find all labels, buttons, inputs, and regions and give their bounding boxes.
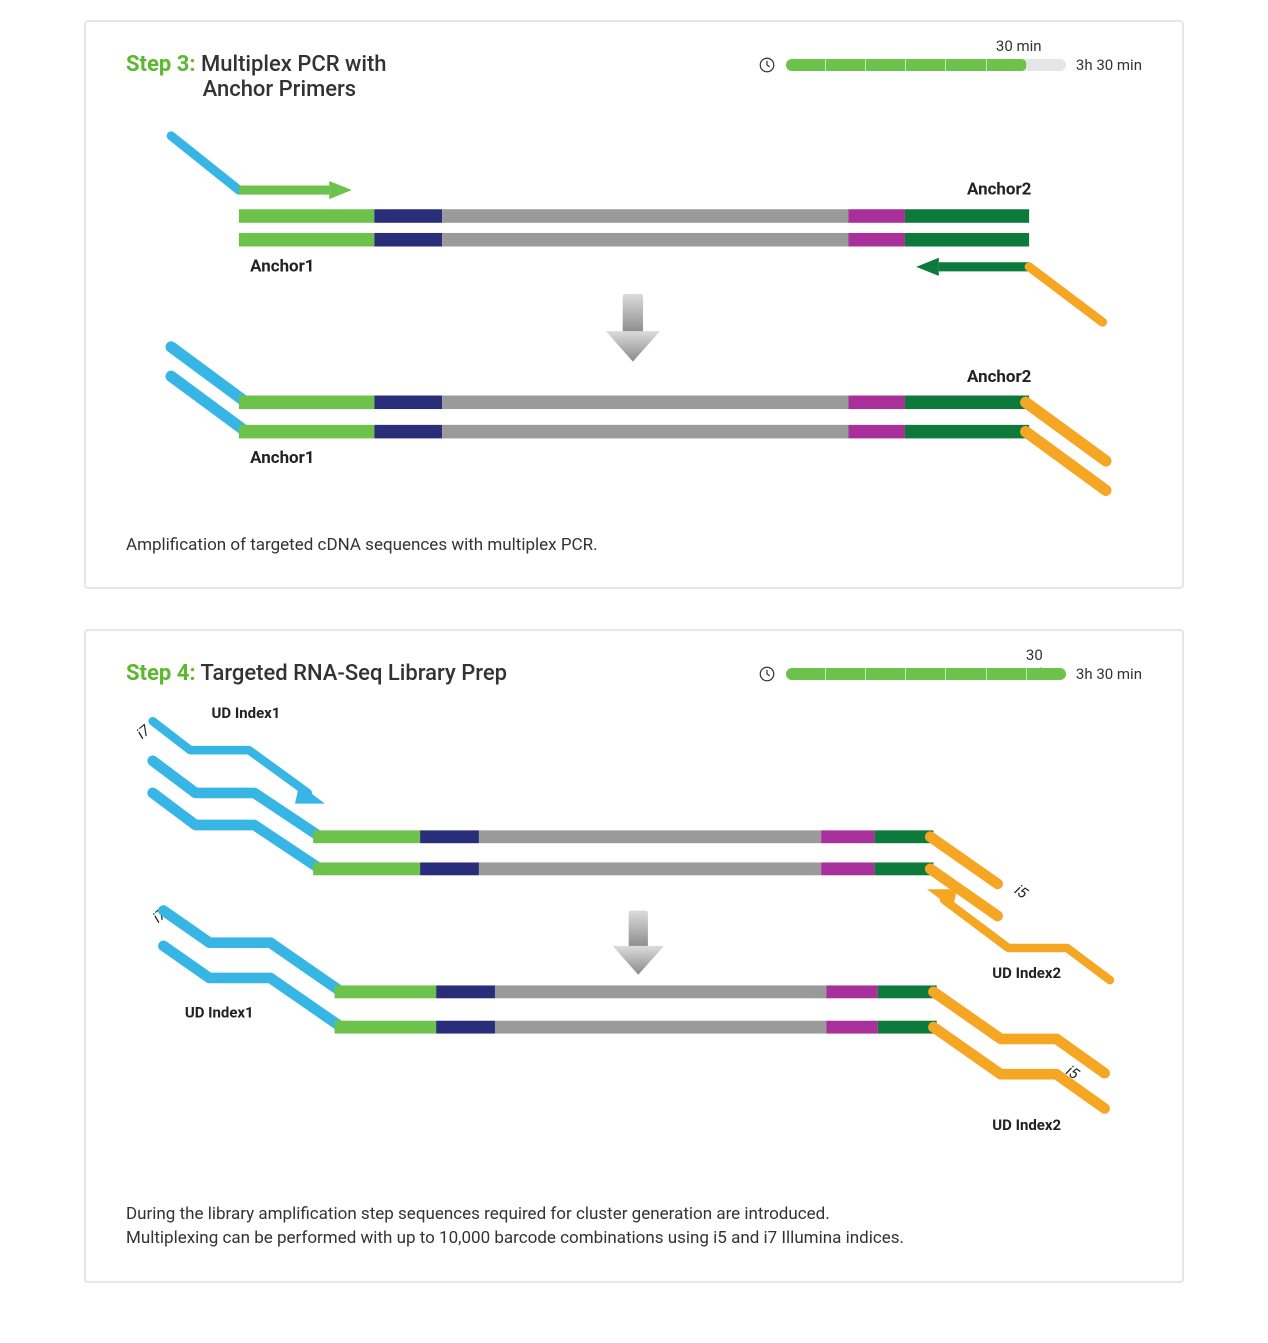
step3-time-segment: 30 min	[996, 37, 1042, 55]
ud-index2-label-bottom: UD Index2	[992, 1116, 1061, 1134]
step3-label: Step 3:	[126, 52, 196, 77]
step4-header: Step 4: Targeted RNA-Seq Library Prep 30…	[126, 661, 1142, 686]
down-arrow-icon	[613, 911, 664, 975]
step3-title-line1: Multiplex PCR with	[201, 52, 387, 77]
step4-card: Step 4: Targeted RNA-Seq Library Prep 30…	[84, 629, 1184, 1282]
strand-bottom-2	[171, 376, 1106, 490]
step4-title: Step 4: Targeted RNA-Seq Library Prep	[126, 661, 507, 686]
step3-card: Step 3: Multiplex PCR with Anchor Primer…	[84, 20, 1184, 589]
step4-title-text: Targeted RNA-Seq Library Prep	[201, 661, 507, 686]
progress-ticks	[786, 668, 1066, 680]
clock-icon	[758, 665, 776, 683]
strand-bottom-1	[171, 347, 1106, 461]
step3-progress-wrap: 30 min	[786, 59, 1066, 71]
down-arrow-icon	[606, 294, 660, 362]
anchor1-label-top: Anchor1	[250, 256, 314, 276]
i5-label-top: i5	[1011, 881, 1032, 903]
ud-index2-label-top: UD Index2	[992, 964, 1061, 982]
step4-caption-line1: During the library amplification step se…	[126, 1204, 830, 1224]
clock-icon	[758, 56, 776, 74]
primer-anchor1-top	[171, 136, 352, 199]
step3-diagram: Anchor2 Anchor1	[126, 102, 1142, 520]
step4-time-block: 30 min 3h 30 min	[758, 665, 1142, 683]
anchor2-label-top: Anchor2	[967, 180, 1032, 200]
step4-time-total: 3h 30 min	[1076, 665, 1142, 683]
step4-diagram: i7 UD Index1 i5	[126, 686, 1142, 1189]
ud-index1-label-top: UD Index1	[212, 705, 281, 723]
primer-anchor2-top	[916, 258, 1102, 322]
step4-caption-line2: Multiplexing can be performed with up to…	[126, 1228, 904, 1248]
step4-progress-wrap: 30 min	[786, 668, 1066, 680]
step4-progress-bar	[786, 668, 1066, 680]
strand-top-1	[239, 209, 1029, 223]
step3-title-line2: Anchor Primers	[203, 77, 357, 102]
step4-label: Step 4:	[126, 661, 196, 686]
anchor2-label-bottom: Anchor2	[967, 367, 1032, 387]
anchor1-label-bottom: Anchor1	[250, 448, 314, 468]
strand-top-2	[239, 233, 1029, 247]
step3-header: Step 3: Multiplex PCR with Anchor Primer…	[126, 52, 1142, 102]
step3-time-block: 30 min 3h 30 min	[758, 56, 1142, 74]
progress-ticks	[786, 59, 1066, 71]
step3-title: Step 3: Multiplex PCR with Anchor Primer…	[126, 52, 387, 102]
step3-progress-bar	[786, 59, 1066, 71]
step3-time-total: 3h 30 min	[1076, 56, 1142, 74]
ud-index1-label-bottom: UD Index1	[185, 1004, 254, 1022]
step3-caption: Amplification of targeted cDNA sequences…	[126, 534, 1142, 558]
step4-caption: During the library amplification step se…	[126, 1203, 1142, 1251]
